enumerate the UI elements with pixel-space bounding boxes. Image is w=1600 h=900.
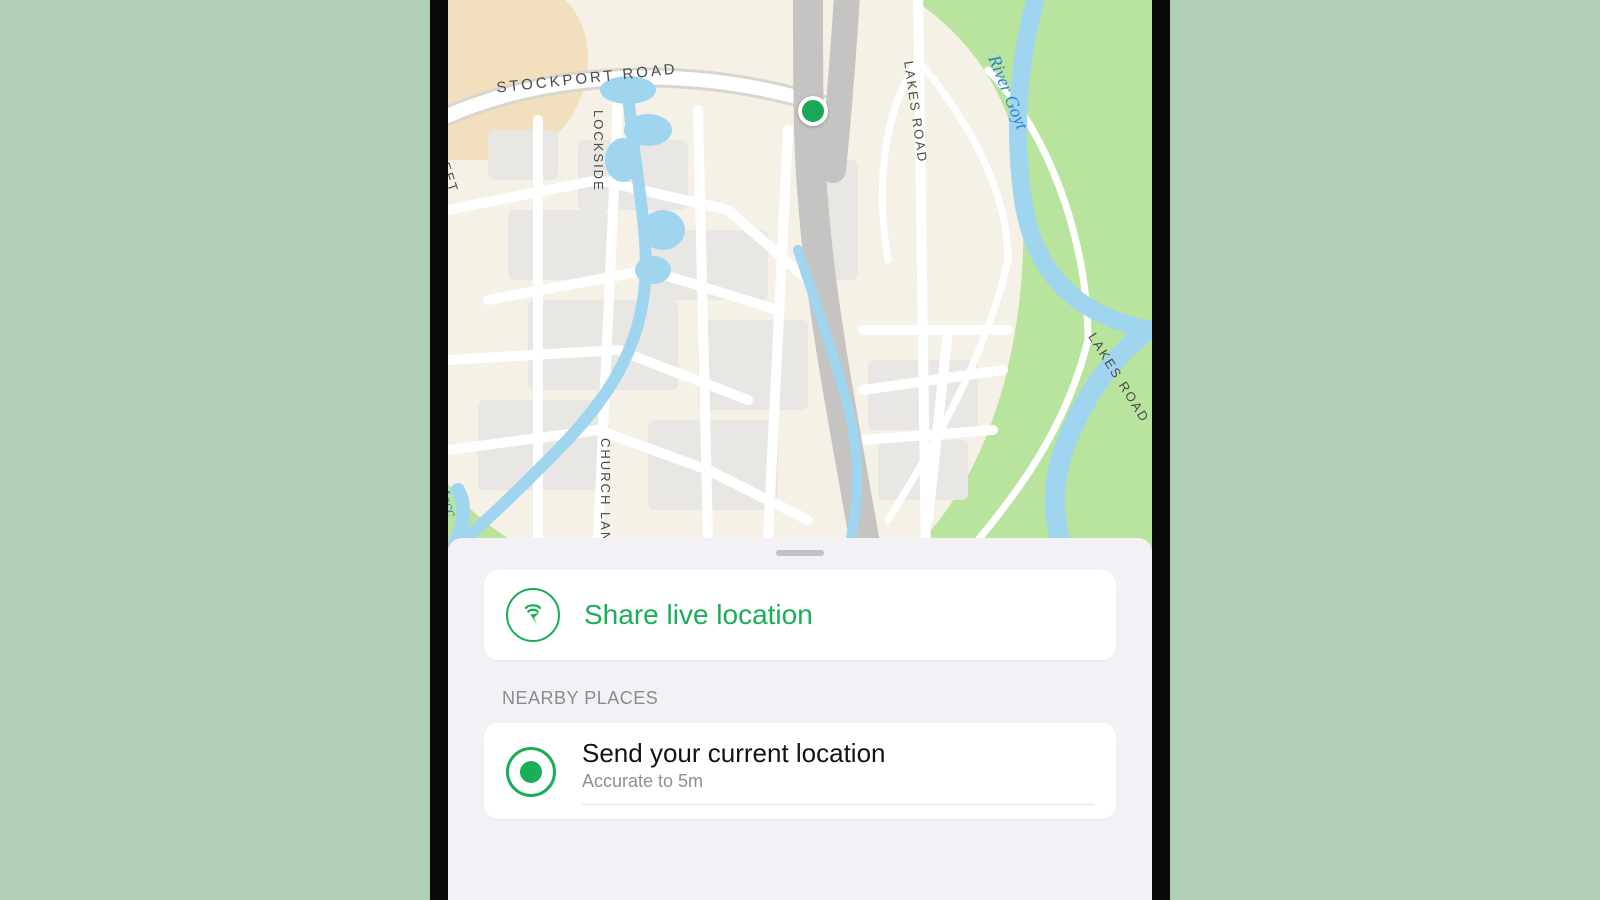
nearby-places-heading: NEARBY PLACES [502,688,1152,709]
map-building [818,160,858,280]
share-live-location-label: Share live location [584,599,813,631]
road-label-lockside: LOCKSIDE [591,110,606,192]
map-building [508,210,608,280]
send-current-location-label: Send your current location [582,739,1094,769]
sheet-grabber[interactable] [776,550,824,556]
road-label-lakes-2: LAKES ROAD [1085,330,1152,425]
map-building [648,420,778,510]
map-building [488,130,558,180]
location-accuracy-label: Accurate to 5m [582,771,1094,792]
live-location-broadcast-icon [506,588,560,642]
map-view[interactable]: STOCKPORT ROAD LOCKSIDE LAKES ROAD LAKES… [448,0,1152,560]
current-location-marker [798,96,828,126]
map-building [878,440,968,500]
send-current-location-button[interactable]: Send your current location Accurate to 5… [484,723,1116,819]
location-share-sheet: Share live location NEARBY PLACES Send y… [448,538,1152,900]
target-location-icon [506,747,556,797]
map-building [698,320,808,410]
map-building [478,400,598,490]
device-frame: STOCKPORT ROAD LOCKSIDE LAKES ROAD LAKES… [430,0,1170,900]
map-building [528,300,678,390]
map-building [868,360,978,430]
row-divider [582,804,1094,805]
app-screen: STOCKPORT ROAD LOCKSIDE LAKES ROAD LAKES… [448,0,1152,900]
map-building [648,230,768,300]
road-label-church: CHURCH LANE [598,438,613,554]
share-live-location-button[interactable]: Share live location [484,570,1116,660]
